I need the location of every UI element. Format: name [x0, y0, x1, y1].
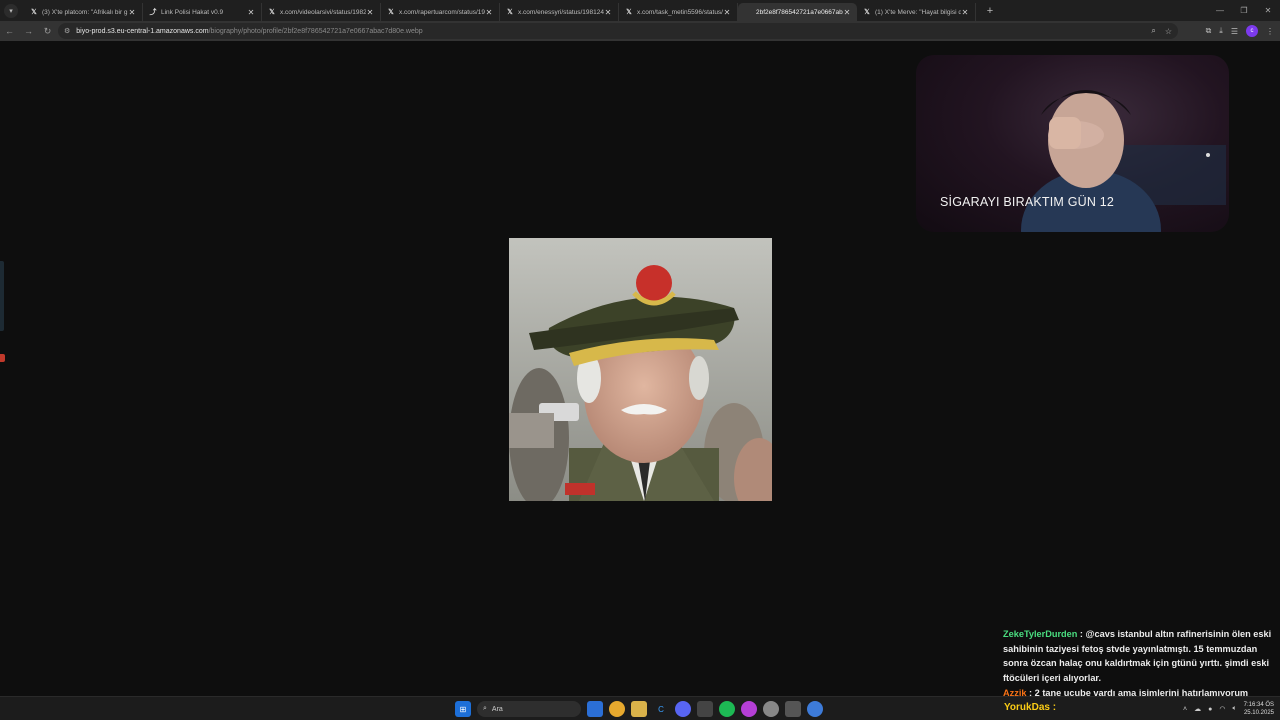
browser-tab[interactable]: ⤴ Link Polisi Hakat v0.9 ✕ [143, 3, 262, 21]
chat-overlay: ZekeTylerDurden : @cavs istanbul altın r… [1003, 627, 1273, 702]
app-icon[interactable] [697, 701, 713, 717]
x-logo-icon: 𝕏 [626, 9, 632, 16]
bookmark-star-icon[interactable]: ☆ [1165, 27, 1172, 36]
refresh-app-icon[interactable]: C [653, 701, 669, 717]
tray-chevron-icon[interactable]: ˄ [1183, 706, 1187, 713]
tab-title: Link Polisi Hakat v0.9 [161, 8, 224, 16]
app-icon-3[interactable] [785, 701, 801, 717]
tab-title: x.com/task_metin5596/status/1 [637, 8, 723, 16]
profile-photo [509, 238, 772, 501]
chat-separator: : [1077, 629, 1086, 639]
file-explorer-icon[interactable] [631, 701, 647, 717]
profile-avatar[interactable]: c [1246, 25, 1258, 37]
zoom-icon[interactable]: ⌕ [1151, 26, 1155, 36]
x-logo-icon: 𝕏 [388, 9, 394, 16]
webcam-caption: SİGARAYI BIRAKTIM GÜN 12 [940, 195, 1115, 209]
browser-tab[interactable]: 𝕏 (3) X'te platcom: "Afrikalı bir g ✕ [24, 3, 143, 21]
browser-toolbar: ← → ↻ ⚙ biyo-prod.s3.eu-central-1.amazon… [0, 21, 1280, 41]
browser-tab[interactable]: 𝕏x.com/rapertuarcom/status/19 ✕ [381, 3, 500, 21]
url-path: /biography/photo/profile/2bf2e8f78654272… [208, 27, 423, 35]
tab-strip: ▾ 𝕏 (3) X'te platcom: "Afrikalı bir g ✕ ⤴ Li… [0, 0, 1280, 21]
x-logo-icon: 𝕏 [507, 9, 513, 16]
x-logo-icon: 𝕏 [864, 9, 870, 16]
webcam-overlay: SİGARAYI BIRAKTIM GÜN 12 [916, 55, 1229, 232]
side-panel-indicator [0, 354, 5, 362]
wifi-icon[interactable]: ◠ [1219, 705, 1225, 713]
browser-tab[interactable]: 𝕏 (1) X'te Merve: "Hayat bilgisi d ✕ [857, 3, 976, 21]
tab-title: (1) X'te Merve: "Hayat bilgisi d [875, 8, 961, 16]
clock-date: 25.10.2025 [1243, 710, 1274, 716]
omnibox-actions: ⌕ ☆ [1151, 23, 1172, 39]
tab-close-icon[interactable]: ✕ [723, 8, 731, 17]
clock[interactable]: 7:16:34 ÖS 25.10.2025 [1244, 701, 1274, 717]
chat-message: ZekeTylerDurden : @cavs istanbul altın r… [1003, 627, 1273, 685]
spotify-icon[interactable] [719, 701, 735, 717]
window-controls: — ❐ ✕ [1208, 0, 1280, 21]
copilot-icon[interactable] [587, 701, 603, 717]
x-logo-icon: 𝕏 [269, 9, 275, 16]
toolbar-actions: ⧉ ⤓ ☰ c ⋮ [1206, 21, 1274, 41]
taskbar-search-label: Ara [491, 705, 503, 713]
browser-tab[interactable]: 2bf2e8f786542721a7e0667abac ✕ [738, 3, 857, 21]
tab-close-icon[interactable]: ✕ [366, 8, 374, 17]
tab-close-icon[interactable]: ✕ [843, 8, 851, 17]
tab-close-icon[interactable]: ✕ [247, 8, 255, 17]
browser-tab[interactable]: 𝕏x.com/videolarsivi/status/1982 ✕ [262, 3, 381, 21]
tab-close-icon[interactable]: ✕ [485, 8, 493, 17]
extension-pin-icon[interactable]: ☰ [1231, 27, 1238, 36]
app-icon-4[interactable] [807, 701, 823, 717]
tab-search-menu-icon[interactable]: ▾ [4, 3, 18, 18]
browser-tab[interactable]: 𝕏x.com/enessyri/status/1981242 ✕ [500, 3, 619, 21]
link-icon: ⤴ [149, 9, 157, 16]
portrait-image [509, 238, 772, 501]
tab-title: (3) X'te platcom: "Afrikalı bir g [42, 8, 128, 16]
tab-close-icon[interactable]: ✕ [961, 8, 969, 17]
app-icon-2[interactable] [763, 701, 779, 717]
windows-taskbar: ⊞ ⌕ Ara C ˄ ☁ ● ◠ 🔈︎ 7:16:34 ÖS 25.10.20… [0, 696, 1280, 720]
taskbar-apps: ⊞ ⌕ Ara C [455, 700, 823, 718]
side-panel-edge[interactable] [0, 261, 4, 331]
chat-pending-user: YorukDas : [1004, 702, 1057, 713]
system-tray: ˄ ☁ ● ◠ 🔈︎ 7:16:34 ÖS 25.10.2025 [1183, 699, 1274, 719]
reload-icon[interactable]: ↻ [38, 26, 57, 37]
windows-start-icon[interactable]: ⊞ [455, 701, 471, 717]
downloads-icon[interactable]: ⤓ [1219, 26, 1223, 36]
taskbar-search[interactable]: ⌕ Ara [477, 701, 581, 717]
tray-app-icon[interactable]: ● [1208, 706, 1212, 713]
close-window-icon[interactable]: ✕ [1256, 0, 1280, 21]
tabs-list: 𝕏 (3) X'te platcom: "Afrikalı bir g ✕ ⤴ Link… [24, 0, 976, 21]
chrome-profile-icon[interactable] [741, 701, 757, 717]
maximize-icon[interactable]: ❐ [1232, 0, 1256, 21]
tab-close-icon[interactable]: ✕ [604, 8, 612, 17]
tab-title: x.com/videolarsivi/status/1982 [280, 8, 366, 16]
tab-title: x.com/enessyri/status/1981242 [518, 8, 604, 16]
search-icon: ⌕ [483, 705, 487, 712]
forward-icon[interactable]: → [19, 26, 38, 36]
discord-icon[interactable] [675, 701, 691, 717]
back-icon[interactable]: ← [0, 26, 19, 36]
url-host: biyo-prod.s3.eu-central-1.amazonaws.com [76, 27, 209, 35]
site-info-icon[interactable]: ⚙ [64, 27, 70, 35]
chrome-icon[interactable] [609, 701, 625, 717]
address-bar[interactable]: ⚙ biyo-prod.s3.eu-central-1.amazonaws.co… [58, 23, 1178, 39]
blank-favicon-icon [744, 8, 752, 16]
tab-title: x.com/rapertuarcom/status/19 [399, 8, 485, 16]
tab-title: 2bf2e8f786542721a7e0667abac [756, 8, 843, 16]
minimize-icon[interactable]: — [1208, 0, 1232, 21]
x-logo-icon: 𝕏 [31, 9, 37, 16]
onedrive-icon[interactable]: ☁ [1194, 705, 1201, 713]
chat-username: ZekeTylerDurden [1003, 629, 1078, 639]
volume-icon[interactable]: 🔈︎ [1232, 705, 1236, 713]
menu-icon[interactable]: ⋮ [1266, 27, 1274, 36]
clock-time: 7:16:34 ÖS [1243, 702, 1274, 708]
extensions-icon[interactable]: ⧉ [1206, 26, 1212, 36]
tab-close-icon[interactable]: ✕ [128, 8, 136, 17]
new-tab-button[interactable]: + [982, 5, 998, 17]
browser-tab[interactable]: 𝕏x.com/task_metin5596/status/1 ✕ [619, 3, 738, 21]
